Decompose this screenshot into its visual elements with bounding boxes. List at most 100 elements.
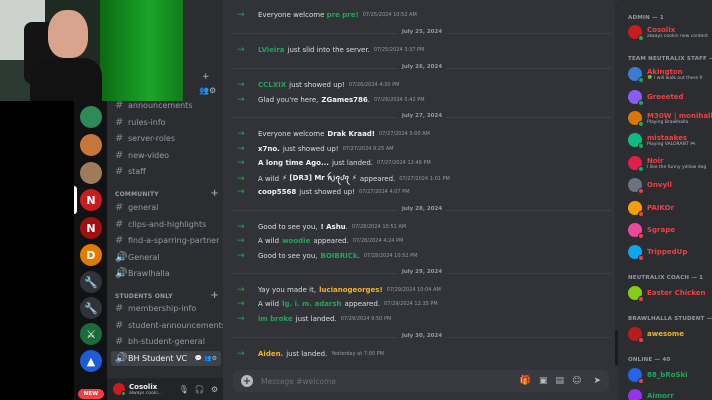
channel-staff[interactable]: # staff xyxy=(111,164,221,179)
member-item[interactable]: Akington 🍀 I will walk out there fr xyxy=(628,66,703,83)
channel-label: bh-student-general xyxy=(128,337,205,346)
wrench-server-icon-2[interactable]: 🔧 xyxy=(80,297,102,319)
blue-server-icon[interactable]: ▲ xyxy=(80,350,102,372)
avatar-server-icon-2[interactable] xyxy=(80,162,102,184)
d-logo-server-icon[interactable]: D xyxy=(80,244,102,266)
avatar xyxy=(628,156,644,172)
message-timestamp: 07/27/2024 1:01 PM xyxy=(399,176,450,182)
message-timestamp: 07/27/2024 5:00 AM xyxy=(379,131,430,137)
message-username[interactable]: im broke xyxy=(258,315,293,323)
message-username[interactable]: Aiden. xyxy=(258,350,283,358)
member-item[interactable]: Onvyll xyxy=(628,177,672,194)
member-item[interactable]: Cosolix always cookin new content xyxy=(628,24,708,41)
message-input[interactable]: Message #welcome xyxy=(261,377,336,386)
channel-find-a-sparring-partner[interactable]: # find-a-sparring-partner xyxy=(111,233,221,248)
channel-bh-student-vc[interactable]: 🔊 BH Student VC 💬 👥⚙ xyxy=(111,350,221,366)
add-channel-icon[interactable]: + xyxy=(202,72,210,82)
attach-plus-icon[interactable]: + xyxy=(241,375,253,387)
robot-server-icon[interactable] xyxy=(80,106,102,128)
channel-new-video[interactable]: # new-video xyxy=(111,148,221,163)
send-icon[interactable]: ➤ xyxy=(593,376,601,386)
message-text: just showed up! xyxy=(289,81,345,89)
date-divider-label: July 26, 2024 xyxy=(397,64,447,70)
channel-student-announcements[interactable]: # student-announcements xyxy=(111,318,226,333)
channel-general[interactable]: 🔊 General xyxy=(111,250,221,265)
status-dot xyxy=(638,166,644,172)
member-item[interactable]: M30W | monihalla Playing Brawlhalla xyxy=(628,110,712,127)
neutralix-server-icon[interactable]: N xyxy=(80,189,102,211)
invite-settings-icon[interactable]: 👥⚙ xyxy=(199,86,216,95)
sticker-icon[interactable]: ▤ xyxy=(556,376,565,386)
hashtag-icon: # xyxy=(115,235,124,246)
date-divider: July 30, 2024 xyxy=(233,333,611,339)
avatar-server-icon[interactable] xyxy=(80,134,102,156)
member-item[interactable]: Noir I like the funny yellow dog xyxy=(628,155,706,172)
user-avatar[interactable] xyxy=(113,383,126,396)
member-activity: 🍀 I will walk out there fr xyxy=(647,75,703,81)
brawl-server-icon[interactable]: ⚔ xyxy=(80,323,102,345)
member-item[interactable]: PAIKOr xyxy=(628,200,674,217)
neutralix-red-icon[interactable]: N xyxy=(80,217,102,239)
gear-icon[interactable]: ⚙ xyxy=(211,385,218,394)
message-username[interactable]: CCLXIX xyxy=(258,81,286,89)
member-item[interactable]: Sgrape xyxy=(628,222,675,239)
channel-label: announcements xyxy=(128,101,193,110)
channel-general[interactable]: # general xyxy=(111,200,221,215)
hashtag-icon: # xyxy=(115,202,124,213)
message-username[interactable]: LVieira xyxy=(258,46,285,54)
channel-rules-info[interactable]: # rules-info xyxy=(111,115,221,130)
message-prefix: Yay you made it, xyxy=(258,286,317,294)
member-item[interactable]: Greeeted xyxy=(628,89,684,106)
channel-server-roles[interactable]: # server-roles xyxy=(111,131,221,146)
message-text: appeared. xyxy=(344,300,381,308)
member-name: 88_bRoSki xyxy=(647,371,688,379)
speaker-icon: 🔊 xyxy=(115,268,128,279)
message-row: → Yay you made it, lucianogeorges! 07/29/20… xyxy=(237,285,441,295)
hashtag-icon: # xyxy=(115,116,124,128)
gift-icon[interactable]: 🎁 xyxy=(520,376,531,386)
message-username[interactable]: BOIBRICk xyxy=(320,252,357,260)
message-username[interactable]: pre pre! xyxy=(327,11,359,19)
headphones-icon[interactable]: 🎧 xyxy=(195,385,205,394)
channel-label: staff xyxy=(128,167,146,176)
channel-brawlhalla[interactable]: 🔊 Brawlhalla xyxy=(111,266,221,281)
join-arrow-icon: → xyxy=(237,349,245,359)
emoji-icon[interactable]: ☺ xyxy=(572,376,581,386)
status-dot xyxy=(638,188,644,194)
message-username[interactable]: ! Ashu xyxy=(320,223,345,231)
channel-membership-info[interactable]: # membership-info xyxy=(111,301,221,316)
message-username[interactable]: lg. i. m. adarsh xyxy=(282,300,341,308)
gif-icon[interactable]: ▣ xyxy=(539,376,548,386)
member-item[interactable]: 88_bRoSki xyxy=(628,367,688,384)
avatar xyxy=(628,178,644,194)
member-item[interactable]: mistaakes Playing VALORANT 🎮 xyxy=(628,132,696,149)
message-username[interactable]: coop5568 xyxy=(258,188,296,196)
message-text: . xyxy=(367,96,370,104)
voice-channel-actions-icon[interactable]: 💬 👥⚙ xyxy=(195,355,217,362)
status-dot xyxy=(638,337,644,343)
message-timestamp: 07/29/2024 9:50 PM xyxy=(340,316,392,322)
message-username[interactable]: Drak Kraad! xyxy=(327,130,375,138)
member-item[interactable]: Easter Chicken xyxy=(628,285,706,302)
member-item[interactable]: Aimorr xyxy=(628,388,674,400)
message-username[interactable]: lucianogeorges! xyxy=(319,286,383,294)
category-header[interactable]: COMMUNITY + xyxy=(115,189,219,199)
message-composer[interactable]: + Message #welcome 🎁 ▣ ▤ ☺ ➤ xyxy=(233,370,609,392)
channel-clips-and-highlights[interactable]: # clips-and-highlights xyxy=(111,217,221,232)
message-username[interactable]: ZGames786 xyxy=(321,96,367,104)
message-text: just landed. xyxy=(286,350,328,358)
message-text: appeared. xyxy=(359,175,396,183)
category-header[interactable]: STUDENTS ONLY + xyxy=(115,291,219,301)
channel-label: rules-info xyxy=(128,117,166,127)
message-username[interactable]: woodie xyxy=(282,237,310,245)
add-channel-icon[interactable]: + xyxy=(210,291,219,301)
channel-bh-student-general[interactable]: # bh-student-general xyxy=(111,334,221,349)
add-channel-icon[interactable]: + xyxy=(210,189,219,199)
member-item[interactable]: TrippedUp xyxy=(628,244,687,261)
wrench-server-icon[interactable]: 🔧 xyxy=(80,271,102,293)
message-username[interactable]: x7no. xyxy=(258,145,280,153)
message-username[interactable]: ⚡ [DR3] Mr ꫝ꠸ꪖᦔꪖ ⚡ xyxy=(282,172,357,186)
microphone-icon[interactable]: 🎙 xyxy=(179,385,189,394)
member-item[interactable]: awesome xyxy=(628,326,684,343)
message-username[interactable]: A long time Ago... xyxy=(258,159,329,167)
